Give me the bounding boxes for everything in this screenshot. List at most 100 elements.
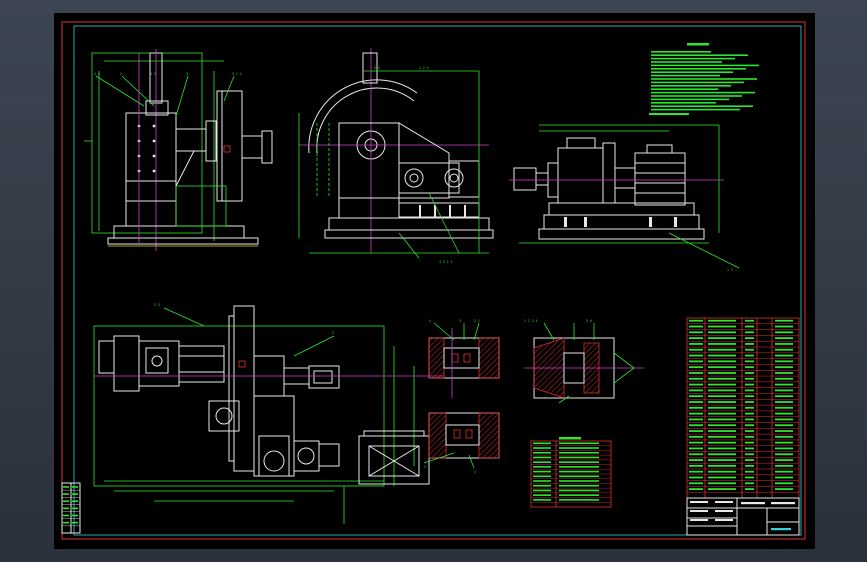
parts-cell bbox=[689, 424, 703, 427]
note-line bbox=[651, 95, 742, 97]
parts-cell bbox=[775, 348, 793, 351]
parts-cell bbox=[775, 412, 793, 415]
rev-cell bbox=[72, 521, 78, 524]
parts-cell bbox=[775, 424, 793, 427]
parts-cell bbox=[708, 395, 736, 398]
parts-cell bbox=[745, 395, 754, 398]
parts-cell bbox=[689, 412, 703, 415]
title-cell bbox=[741, 502, 765, 505]
parts-cell bbox=[745, 470, 754, 473]
svg-text:1: 1 bbox=[474, 470, 476, 474]
parts-cell bbox=[708, 406, 736, 409]
spec-cell bbox=[559, 451, 599, 454]
parts-cell bbox=[689, 366, 703, 369]
parts-cell bbox=[689, 441, 703, 444]
parts-cell bbox=[689, 401, 703, 403]
parts-cell bbox=[775, 389, 793, 392]
title-cell bbox=[771, 528, 791, 531]
parts-cell bbox=[708, 337, 736, 340]
parts-cell bbox=[745, 366, 754, 369]
spec-cell bbox=[559, 442, 599, 445]
cad-viewport[interactable]: 4 4 2 4 3 3 3 1 2 2.4 1 2 3 4 3 2 1 1 2 … bbox=[54, 13, 815, 549]
parts-cell bbox=[708, 377, 736, 380]
parts-cell bbox=[745, 377, 754, 380]
parts-cell bbox=[689, 464, 703, 467]
note-line bbox=[651, 57, 735, 60]
parts-cell bbox=[708, 488, 736, 490]
note-line bbox=[651, 88, 718, 90]
parts-cell bbox=[745, 401, 754, 403]
rev-cell bbox=[72, 500, 78, 503]
parts-cell bbox=[708, 366, 736, 369]
spec-cell bbox=[559, 480, 599, 482]
spec-cell bbox=[533, 484, 551, 487]
parts-cell bbox=[689, 406, 703, 409]
section-detail-lower: 2 1 bbox=[423, 412, 500, 474]
svg-text:3: 3 bbox=[459, 319, 461, 323]
parts-cell bbox=[775, 488, 793, 490]
section-detail-upper: 4 3 2 1 bbox=[428, 319, 500, 379]
note-line bbox=[651, 108, 740, 111]
parts-cell bbox=[745, 325, 754, 328]
svg-text:3 1 2: 3 1 2 bbox=[232, 72, 242, 76]
parts-cell bbox=[708, 372, 736, 374]
parts-cell bbox=[689, 389, 703, 392]
parts-cell bbox=[775, 453, 793, 456]
parts-cell bbox=[775, 470, 793, 473]
spec-cell bbox=[533, 461, 551, 463]
parts-cell bbox=[745, 482, 754, 485]
svg-text:4: 4 bbox=[429, 319, 431, 323]
parts-cell bbox=[745, 430, 754, 432]
parts-cell bbox=[775, 337, 793, 340]
parts-cell bbox=[775, 447, 793, 450]
note-line bbox=[651, 105, 753, 107]
parts-cell bbox=[745, 488, 754, 490]
parts-cell bbox=[775, 383, 793, 386]
spec-table bbox=[530, 437, 612, 508]
front-view: 4 4 2 4 3 3 3 1 2 bbox=[84, 49, 273, 251]
parts-cell bbox=[775, 319, 793, 322]
rev-cell bbox=[63, 500, 69, 503]
note-line bbox=[651, 85, 731, 87]
parts-cell bbox=[775, 459, 793, 461]
spec-cell bbox=[559, 489, 599, 492]
svg-text:4 3 2 1: 4 3 2 1 bbox=[439, 260, 453, 264]
parts-cell bbox=[689, 372, 703, 374]
rev-cell bbox=[63, 486, 69, 488]
note-line bbox=[651, 71, 733, 73]
parts-cell bbox=[745, 360, 754, 363]
parts-cell bbox=[775, 441, 793, 444]
parts-cell bbox=[745, 383, 754, 386]
spec-cell bbox=[533, 442, 551, 445]
parts-cell bbox=[689, 337, 703, 340]
parts-cell bbox=[708, 424, 736, 427]
svg-text:4 3: 4 3 bbox=[150, 72, 156, 76]
parts-cell bbox=[689, 488, 703, 490]
parts-cell bbox=[689, 319, 703, 322]
parts-cell bbox=[708, 470, 736, 473]
parts-cell bbox=[708, 325, 736, 328]
spec-cell bbox=[559, 484, 599, 487]
title-cell bbox=[690, 519, 708, 521]
svg-text:1 2 3: 1 2 3 bbox=[419, 66, 429, 70]
parts-cell bbox=[775, 435, 793, 438]
note-line bbox=[651, 81, 744, 84]
parts-cell bbox=[708, 476, 736, 479]
parts-cell bbox=[745, 348, 754, 351]
parts-cell bbox=[775, 372, 793, 374]
parts-cell bbox=[775, 343, 793, 345]
parts-cell bbox=[689, 447, 703, 450]
parts-cell bbox=[745, 354, 754, 357]
parts-cell bbox=[689, 418, 703, 421]
parts-cell bbox=[689, 348, 703, 351]
spec-cell bbox=[533, 480, 551, 482]
title-cell bbox=[715, 510, 733, 512]
parts-cell bbox=[689, 453, 703, 456]
note-line bbox=[651, 91, 755, 94]
note-line bbox=[651, 54, 748, 56]
svg-text:2: 2 bbox=[120, 72, 122, 76]
rev-cell bbox=[72, 493, 78, 495]
spec-cell bbox=[533, 475, 551, 478]
parts-cell bbox=[708, 464, 736, 467]
spec-cell bbox=[533, 489, 551, 492]
